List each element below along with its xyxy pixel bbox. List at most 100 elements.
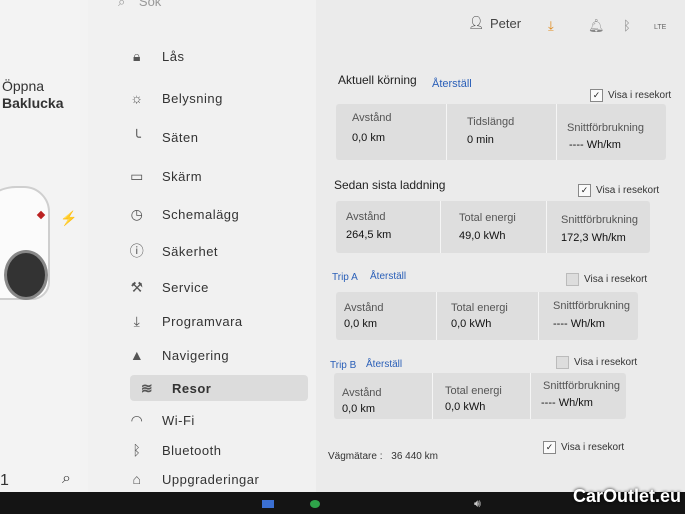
section-title-trip-b: Trip B: [330, 360, 357, 371]
odometer-value: 36 440 km: [391, 451, 438, 462]
sidebar-item-service[interactable]: ⚒ Service: [128, 274, 209, 300]
checkbox-unchecked-icon[interactable]: [556, 356, 569, 369]
reset-current-button[interactable]: Återställ: [432, 78, 472, 90]
safety-icon: ⓘ: [129, 243, 145, 259]
search-icon[interactable]: ⌕: [62, 470, 71, 488]
download-icon[interactable]: ⤓: [548, 18, 554, 34]
user-icon[interactable]: 👤︎: [468, 15, 485, 31]
sidebar-item-belysning[interactable]: ☼ Belysning: [128, 85, 223, 111]
stat-label: Snittförbrukning: [567, 122, 645, 134]
section-title-trip-a: Trip A: [332, 272, 358, 283]
stat-value: ---- Wh/km: [541, 397, 593, 409]
open-trunk-button[interactable]: Öppna Baklucka: [2, 78, 63, 112]
stat-label: Total energi: [445, 385, 502, 397]
checkbox-checked-icon[interactable]: ✓: [590, 89, 603, 102]
sidebar-item-label: Lås: [162, 48, 185, 64]
show-label: Visa i resekort: [608, 90, 672, 101]
show-label: Visa i resekort: [596, 185, 660, 196]
sidebar-item-label: Bluetooth: [162, 442, 222, 458]
search-placeholder: Sök: [138, 0, 162, 9]
wrench-icon: ⚒: [130, 278, 144, 295]
sidebar-item-label: Säkerhet: [162, 243, 219, 259]
sidebar-item-programvara[interactable]: ⤓ Programvara: [128, 308, 243, 334]
settings-sidebar: ⌕ Sök 🔒︎ Lås ☼ Belysning ╰ Säten ▭ Skärm…: [88, 0, 316, 492]
checkbox-checked-icon[interactable]: ✓: [543, 441, 556, 454]
stat-value: 264,5 km: [346, 229, 392, 241]
stat-label: Avstånd: [352, 112, 392, 124]
trip-b-panel: Avstånd 0,0 km Total energi 0,0 kWh Snit…: [334, 373, 626, 419]
reset-trip-a-button[interactable]: Återställ: [370, 271, 406, 282]
sidebar-item-schemalagg[interactable]: ◷ Schemalägg: [128, 201, 239, 227]
bell-icon[interactable]: 🔔︎: [588, 18, 605, 34]
stat-value: 0,0 km: [344, 318, 378, 330]
sidebar-item-label: Programvara: [162, 313, 243, 329]
show-in-card-odometer[interactable]: ✓ Visa i resekort: [543, 441, 624, 454]
trip-a-panel: Avstånd 0,0 km Total energi 0,0 kWh Snit…: [336, 292, 638, 340]
light-icon: ☼: [130, 90, 144, 106]
watermark: CarOutlet.eu: [572, 486, 681, 506]
checkbox-unchecked-icon[interactable]: [566, 273, 579, 286]
stat-label: Total energi: [459, 212, 516, 224]
sidebar-item-uppgraderingar[interactable]: ⌂ Uppgraderingar: [128, 466, 259, 492]
sidebar-item-saten[interactable]: ╰ Säten: [128, 124, 198, 150]
sidebar-item-las[interactable]: 🔒︎ Lås: [128, 43, 184, 69]
charge-panel: Avstånd 264,5 km Total energi 49,0 kWh S…: [336, 201, 650, 253]
sidebar-item-bluetooth[interactable]: ᛒ Bluetooth: [128, 437, 221, 463]
stat-value: 49,0 kWh: [459, 230, 506, 242]
sidebar-item-label: Resor: [172, 380, 212, 396]
stat-label: Snittförbrukning: [561, 214, 639, 226]
sidebar-item-label: Navigering: [162, 347, 230, 363]
sidebar-item-navigering[interactable]: ▲ Navigering: [128, 342, 229, 368]
bottom-left-number: 1: [0, 472, 9, 489]
search-input[interactable]: ⌕ Sök: [118, 0, 161, 10]
stat-value: 0 min: [467, 134, 494, 146]
show-in-card-trip-b[interactable]: Visa i resekort: [556, 356, 637, 369]
search-icon: ⌕: [118, 0, 126, 9]
lightning-icon: ⚡: [60, 210, 78, 226]
section-title-current: Aktuell körning: [338, 73, 417, 87]
bluetooth-icon[interactable]: ᛒ: [623, 18, 631, 33]
stat-value: ---- Wh/km: [553, 318, 605, 330]
show-label: Visa i resekort: [584, 274, 648, 285]
stat-label: Total energi: [451, 302, 508, 314]
stat-value: 0,0 kWh: [451, 318, 492, 330]
stat-value: ---- Wh/km: [569, 139, 621, 151]
bluetooth-icon: ᛒ: [132, 442, 142, 458]
sidebar-item-wifi[interactable]: ◠ Wi-Fi: [128, 407, 195, 433]
show-in-card-trip-a[interactable]: Visa i resekort: [566, 273, 647, 286]
app-icon[interactable]: [262, 500, 274, 508]
stat-value: 0,0 kWh: [445, 401, 486, 413]
checkbox-checked-icon[interactable]: ✓: [578, 184, 591, 197]
sidebar-item-label: Belysning: [162, 90, 223, 106]
trunk-label: Baklucka: [2, 95, 64, 111]
reset-trip-b-button[interactable]: Återställ: [366, 359, 402, 370]
lock-icon: 🔒︎: [133, 47, 141, 64]
status-bar: 👤︎ Peter ⤓ 🔔︎ ᛒ LTE: [316, 0, 685, 50]
sidebar-item-resor[interactable]: ≋ Resor: [130, 375, 308, 401]
spotify-icon[interactable]: [310, 500, 320, 508]
navigation-icon: ▲: [129, 347, 145, 363]
sidebar-item-skarm[interactable]: ▭ Skärm: [128, 163, 202, 189]
stat-value: 0,0 km: [352, 132, 386, 144]
show-in-card-charge[interactable]: ✓ Visa i resekort: [578, 184, 659, 197]
user-name[interactable]: Peter: [490, 16, 521, 31]
sidebar-item-label: Schemalägg: [162, 206, 240, 222]
show-in-card-current[interactable]: ✓ Visa i resekort: [590, 89, 671, 102]
schedule-icon: ◷: [130, 205, 144, 222]
sidebar-item-sakerhet[interactable]: ⓘ Säkerhet: [128, 238, 218, 264]
car-wheel: [4, 250, 48, 300]
download-icon: ⤓: [133, 312, 141, 329]
odometer-label: Vägmätare: [328, 451, 377, 462]
show-label: Visa i resekort: [574, 357, 638, 368]
show-label: Visa i resekort: [561, 442, 625, 453]
display-icon: ▭: [130, 167, 144, 184]
volume-icon[interactable]: 🔊︎: [474, 498, 481, 511]
bag-icon: ⌂: [132, 471, 142, 487]
car-panel: Öppna Baklucka ⚡ 1 ⌕: [0, 0, 89, 492]
stat-value: 172,3 Wh/km: [561, 232, 626, 244]
trips-icon: ≋: [140, 379, 154, 396]
section-title-charge: Sedan sista laddning: [334, 178, 446, 192]
wifi-icon: ◠: [130, 411, 144, 428]
stat-value: 0,0 km: [342, 403, 376, 415]
stat-label: Avstånd: [346, 211, 386, 223]
